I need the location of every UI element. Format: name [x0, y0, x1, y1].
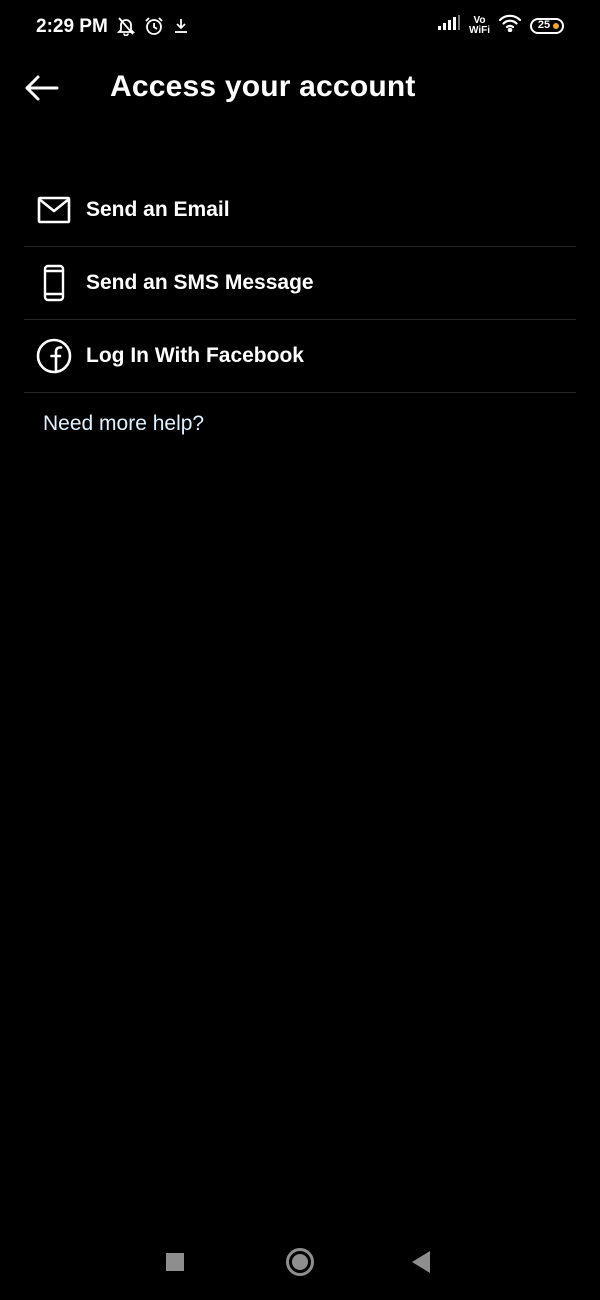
send-sms-option[interactable]: Send an SMS Message [24, 247, 576, 320]
header: Access your account [0, 62, 600, 118]
send-email-label: Send an Email [86, 198, 230, 221]
back-button[interactable] [20, 70, 64, 110]
bell-off-icon [116, 16, 136, 41]
phone-icon [36, 264, 72, 302]
battery-charge-indicator [553, 22, 559, 29]
send-sms-label: Send an SMS Message [86, 271, 314, 294]
back-triangle-icon[interactable] [412, 1251, 430, 1273]
arrow-left-icon [24, 74, 60, 107]
status-time: 2:29 PM [36, 16, 108, 37]
facebook-login-label: Log In With Facebook [86, 344, 304, 367]
status-bar: 2:29 PM Vo WiFi 25 [0, 0, 600, 56]
download-icon [172, 16, 190, 41]
page-title: Access your account [110, 70, 416, 103]
mail-icon [36, 192, 72, 228]
alarm-icon [144, 16, 164, 41]
status-right-icons: Vo WiFi 25 [437, 14, 564, 37]
send-email-option[interactable]: Send an Email [24, 174, 576, 247]
need-more-help-link[interactable]: Need more help? [43, 412, 204, 436]
facebook-icon [36, 338, 72, 374]
home-circle-icon[interactable] [286, 1248, 314, 1276]
vowifi-top-label: Vo [473, 14, 486, 26]
system-nav-bar [0, 1226, 600, 1300]
battery-level: 25 [537, 19, 551, 31]
options-list: Send an Email Send an SMS Message Log In… [24, 174, 576, 393]
vowifi-bottom-label: WiFi [468, 24, 490, 36]
vowifi-icon: Vo WiFi [468, 14, 490, 36]
battery-icon: 25 [530, 17, 564, 34]
wifi-icon [498, 14, 522, 37]
home-circle-inner [292, 1254, 308, 1270]
facebook-login-option[interactable]: Log In With Facebook [24, 320, 576, 393]
recents-square-icon[interactable] [166, 1253, 184, 1271]
signal-icon [437, 15, 461, 36]
status-left-icons [116, 16, 190, 41]
